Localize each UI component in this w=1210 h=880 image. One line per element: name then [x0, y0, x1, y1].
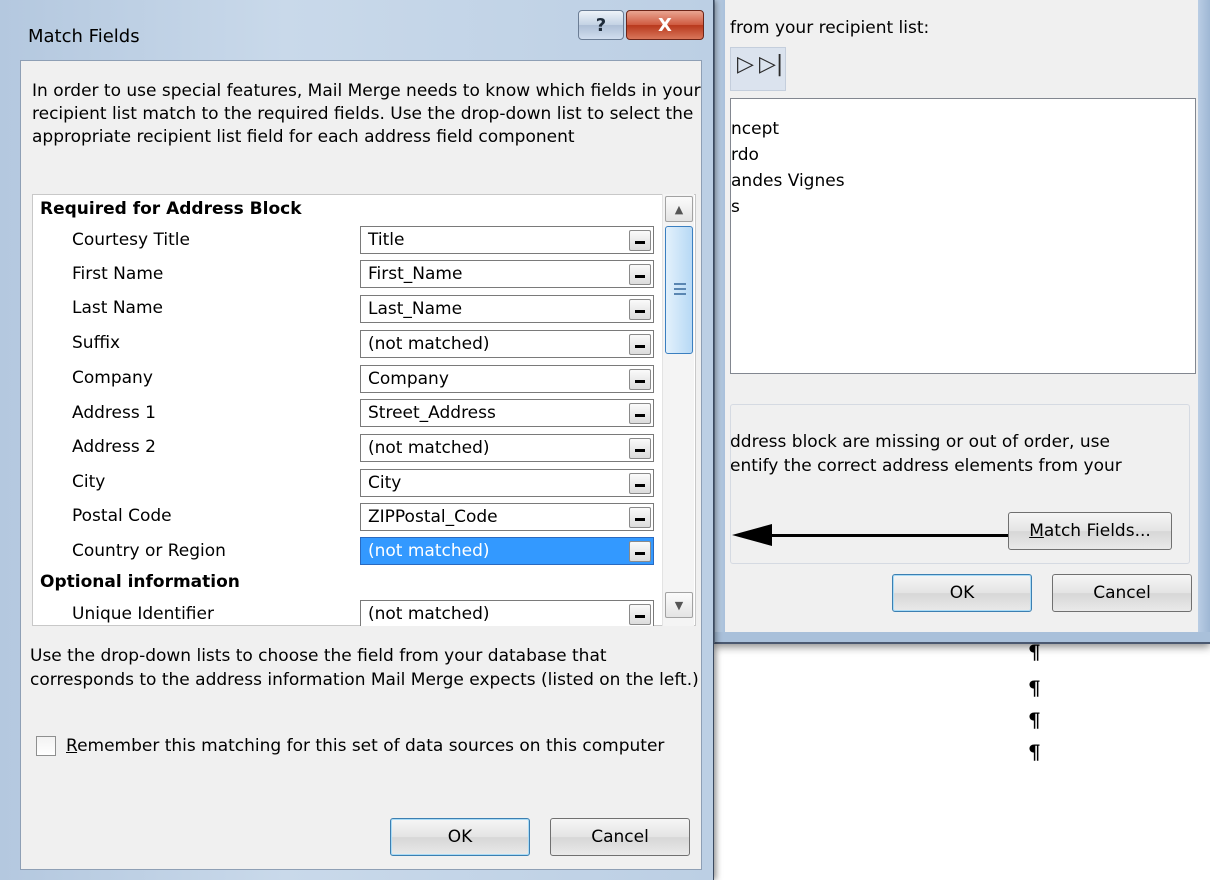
help-text: Use the drop-down lists to choose the fi…: [30, 646, 699, 690]
chevron-down-icon[interactable]: [629, 264, 651, 285]
preview-line: andes Vignes: [731, 171, 845, 191]
scroll-thumb[interactable]: [665, 226, 693, 354]
ok-button[interactable]: OK: [390, 818, 530, 856]
field-select-last-name[interactable]: Last_Name: [360, 295, 654, 323]
info-text-line: ddress block are missing or out of order…: [730, 432, 1110, 452]
field-select-unique-identifier[interactable]: (not matched): [360, 600, 654, 626]
remember-matching-label[interactable]: Remember this matching for this set of d…: [66, 734, 666, 758]
field-select-city[interactable]: City: [360, 469, 654, 497]
last-record-icon[interactable]: ▷|: [759, 52, 783, 77]
cancel-button[interactable]: Cancel: [550, 818, 690, 856]
scroll-down-icon[interactable]: ▼: [665, 592, 693, 618]
field-label: Suffix: [72, 333, 121, 353]
annotation-arrow: [770, 534, 1010, 537]
pilcrow-mark: ¶: [1028, 708, 1041, 732]
back-cancel-button[interactable]: Cancel: [1052, 574, 1192, 612]
field-select-address-1[interactable]: Street_Address: [360, 399, 654, 427]
field-select-first-name[interactable]: First_Name: [360, 260, 654, 288]
chevron-down-icon[interactable]: [629, 473, 651, 494]
pilcrow-mark: ¶: [1028, 740, 1041, 764]
dialog-title: Match Fields: [28, 26, 140, 47]
field-select-country-or-region[interactable]: (not matched): [360, 537, 654, 565]
chevron-down-icon[interactable]: [629, 438, 651, 459]
field-label: Address 2: [72, 437, 156, 457]
chevron-down-icon[interactable]: [629, 369, 651, 390]
back-ok-button[interactable]: OK: [892, 574, 1032, 612]
field-select-postal-code[interactable]: ZIPPostal_Code: [360, 503, 654, 531]
field-label: Last Name: [72, 298, 163, 318]
field-label: Country or Region: [72, 541, 226, 561]
record-navigation: ▷ ▷|: [730, 47, 786, 91]
section-required-heading: Required for Address Block: [40, 199, 302, 219]
field-label: First Name: [72, 264, 164, 284]
chevron-down-icon[interactable]: [629, 541, 651, 562]
field-label: Address 1: [72, 403, 156, 423]
chevron-down-icon[interactable]: [629, 230, 651, 251]
help-button[interactable]: ?: [578, 10, 624, 40]
pilcrow-mark: ¶: [1028, 676, 1041, 700]
address-preview: ncept rdo andes Vignes s: [730, 98, 1196, 374]
chevron-down-icon[interactable]: [629, 507, 651, 528]
chevron-down-icon[interactable]: [629, 334, 651, 355]
field-label: Company: [72, 368, 153, 388]
chevron-down-icon[interactable]: [629, 403, 651, 424]
preview-line: s: [731, 197, 740, 217]
close-button[interactable]: X: [626, 10, 704, 40]
chevron-down-icon[interactable]: [629, 604, 651, 625]
info-text-line: entify the correct address elements from…: [730, 456, 1122, 476]
preview-line: rdo: [731, 145, 759, 165]
section-optional-heading: Optional information: [40, 572, 240, 592]
preview-line: ncept: [731, 119, 780, 139]
next-record-icon[interactable]: ▷: [737, 52, 754, 77]
preview-heading: from your recipient list:: [730, 18, 930, 38]
scroll-up-icon[interactable]: ▲: [665, 196, 693, 222]
field-select-courtesy-title[interactable]: Title: [360, 226, 654, 254]
field-label: Unique Identifier: [72, 604, 214, 624]
remember-matching-checkbox[interactable]: [36, 736, 56, 756]
fields-scrollbar[interactable]: ▲ ▼: [662, 194, 694, 626]
match-fields-button[interactable]: Match Fields...: [1008, 512, 1172, 550]
field-label: City: [72, 472, 106, 492]
annotation-arrow-head: [732, 524, 772, 546]
field-select-suffix[interactable]: (not matched): [360, 330, 654, 358]
field-select-address-2[interactable]: (not matched): [360, 434, 654, 462]
field-select-company[interactable]: Company: [360, 365, 654, 393]
field-label: Postal Code: [72, 506, 172, 526]
field-label: Courtesy Title: [72, 230, 190, 250]
intro-text: In order to use special features, Mail M…: [32, 81, 701, 147]
chevron-down-icon[interactable]: [629, 299, 651, 320]
